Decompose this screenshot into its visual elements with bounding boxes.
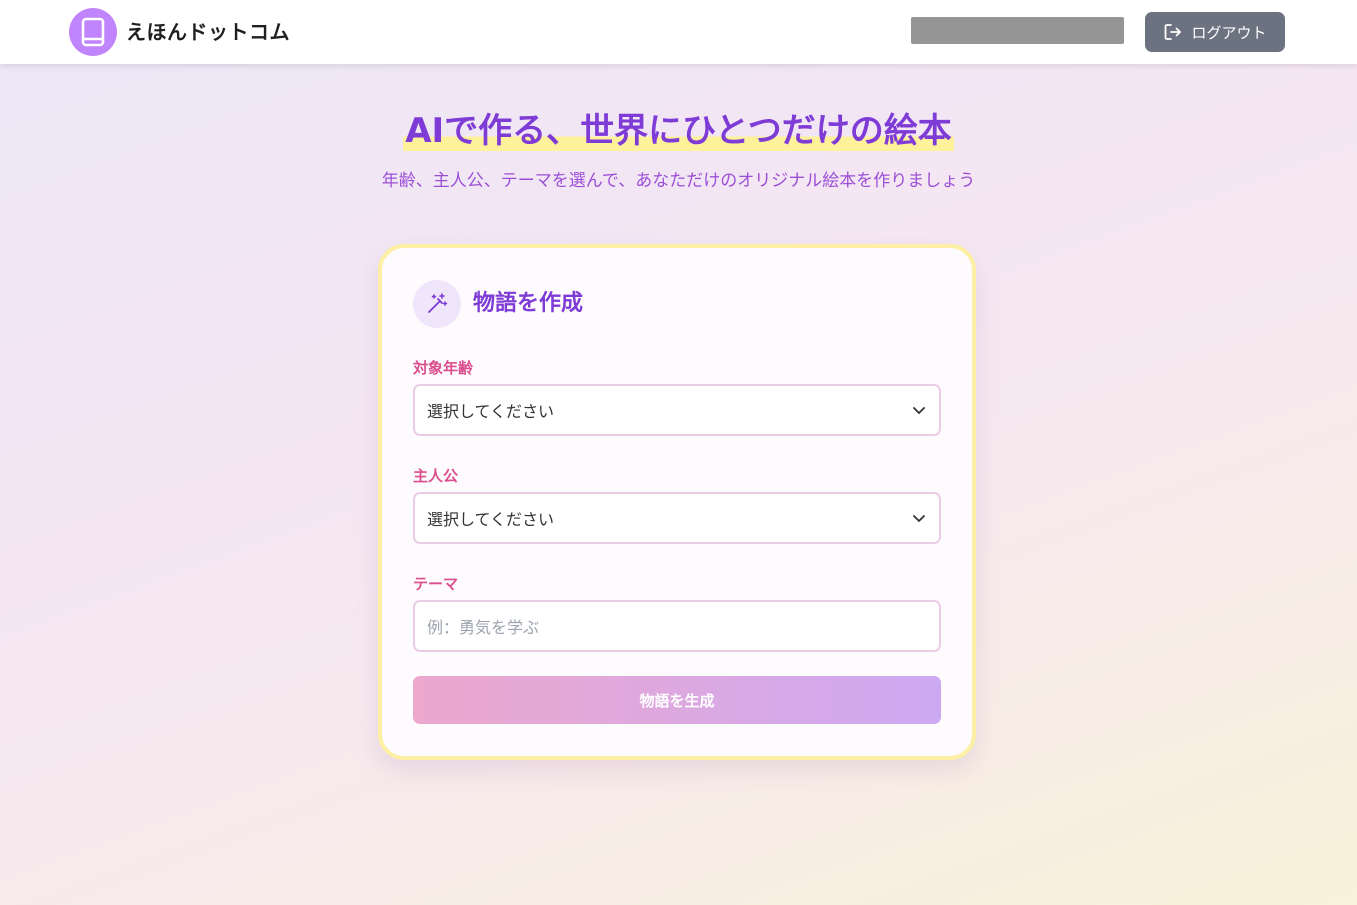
user-info-redacted <box>911 17 1124 44</box>
chevron-down-icon <box>913 515 925 522</box>
hero-title-wrap: AIで作る、世界にひとつだけの絵本 <box>0 108 1357 154</box>
story-form-card: 物語を作成 対象年齢 選択してください 主人公 選択してください テーマ 例：勇… <box>378 244 976 760</box>
chevron-down-icon <box>913 407 925 414</box>
app-name[interactable]: えほんドットコム <box>126 18 290 46</box>
age-select-value: 選択してください <box>427 402 555 421</box>
protagonist-select-value: 選択してください <box>427 510 555 529</box>
generate-story-button[interactable]: 物語を生成 <box>413 676 941 724</box>
card-title: 物語を作成 <box>473 291 584 316</box>
hero-subtitle: 年齢、主人公、テーマを選んで、あなただけのオリジナル絵本を作りましょう <box>381 171 976 191</box>
theme-input-placeholder: 例：勇気を学ぶ <box>427 618 540 637</box>
theme-input[interactable]: 例：勇気を学ぶ <box>413 600 941 652</box>
hero-title: AIで作る、世界にひとつだけの絵本 <box>403 108 954 154</box>
protagonist-label: 主人公 <box>413 467 459 485</box>
logout-icon <box>1165 24 1182 40</box>
age-label: 対象年齢 <box>413 359 474 377</box>
magic-wand-icon <box>428 293 448 313</box>
protagonist-select[interactable]: 選択してください <box>413 492 941 544</box>
book-icon <box>81 17 105 47</box>
theme-label: テーマ <box>413 575 459 593</box>
top-navbar: えほんドットコム ログアウト <box>0 0 1357 64</box>
logout-button[interactable]: ログアウト <box>1145 12 1285 52</box>
age-select[interactable]: 選択してください <box>413 384 941 436</box>
logo[interactable] <box>69 8 117 56</box>
card-icon-circle <box>413 280 461 328</box>
logout-label: ログアウト <box>1191 23 1267 42</box>
